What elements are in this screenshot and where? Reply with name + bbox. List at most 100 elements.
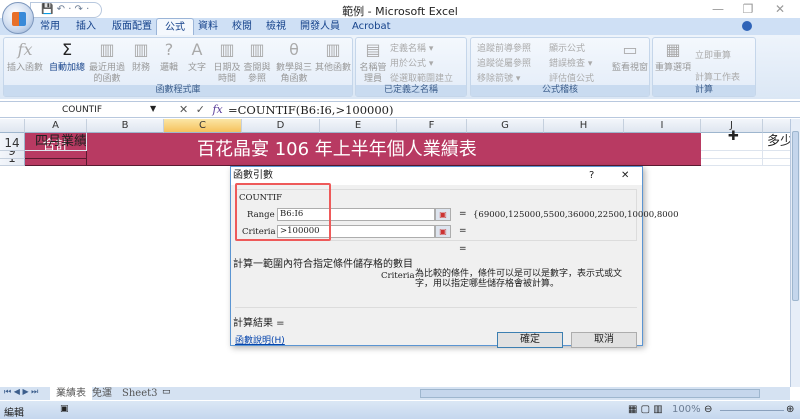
book-icon: ▥ <box>249 40 265 59</box>
cell[interactable] <box>25 133 87 151</box>
column-header[interactable]: E <box>320 119 397 133</box>
name-manager-icon: ▤ <box>365 40 381 59</box>
more-functions-button[interactable]: ▥ 其他函數 <box>314 38 352 74</box>
function-description: 計算一範圍內符合指定條件儲存格的數目 <box>233 259 413 270</box>
tab-page-layout[interactable]: 版面配置 <box>104 18 160 35</box>
tab-insert[interactable]: 插入 <box>68 18 104 35</box>
column-header[interactable] <box>763 119 790 133</box>
help-icon[interactable] <box>742 21 752 31</box>
watch-window-button[interactable]: ▭ 監看視窗 <box>611 38 649 74</box>
insert-function-icon[interactable]: fx <box>212 103 222 116</box>
dialog-close-button[interactable]: ✕ <box>621 167 629 185</box>
fx-icon: fx <box>17 40 33 59</box>
use-in-formula-button[interactable]: 用於公式 ▾ <box>390 56 433 69</box>
define-name-button[interactable]: 定義名稱 ▾ <box>390 41 433 54</box>
book-icon: ▥ <box>219 40 235 59</box>
zoom-slider[interactable] <box>720 410 784 411</box>
enter-icon[interactable]: ✓ <box>196 103 205 116</box>
text-button[interactable]: A 文字 <box>184 38 210 74</box>
help-link[interactable]: 函數說明(H) <box>235 333 285 346</box>
sheet-nav-arrows[interactable]: ⏮ ◀ ▶ ⏭ <box>4 387 38 397</box>
logical-button[interactable]: ? 邏輯 <box>156 38 182 74</box>
ribbon-tabs: 常用 插入 版面配置 公式 資料 校閱 檢視 開發人員 Acrobat <box>0 18 800 35</box>
evaluate-formula-button[interactable]: 評估值公式 <box>549 71 594 84</box>
tab-acrobat[interactable]: Acrobat <box>344 18 399 35</box>
column-header[interactable]: H <box>544 119 624 133</box>
ok-button[interactable]: 確定 <box>497 332 563 348</box>
column-header[interactable]: A <box>25 119 87 133</box>
scroll-thumb[interactable] <box>792 131 799 301</box>
book-icon: θ <box>289 40 299 59</box>
zoom-out-icon[interactable]: ⊖ <box>704 404 712 415</box>
vertical-scrollbar[interactable] <box>790 119 800 387</box>
row-header[interactable]: 14 <box>0 133 25 151</box>
calculation-options-button[interactable]: ▦ 重算選項 <box>655 38 691 74</box>
calculator-icon: ▦ <box>665 40 681 59</box>
horizontal-scrollbar[interactable] <box>420 389 760 398</box>
name-box[interactable]: COUNTIF <box>2 103 162 117</box>
calculate-sheet-button[interactable]: 計算工作表 <box>695 70 740 83</box>
calculate-now-button[interactable]: 立即重算 <box>695 48 731 61</box>
math-trig-button[interactable]: θ 數學與三角函數 <box>274 38 314 85</box>
column-header[interactable]: I <box>624 119 701 133</box>
sheet-tab[interactable]: 免運 <box>92 387 112 400</box>
equals-sign: = <box>459 244 467 254</box>
close-button[interactable]: ✕ <box>770 2 790 16</box>
collapse-dialog-icon[interactable]: ▣ <box>435 208 451 221</box>
group-function-library: fx 插入函數 Σ 自動加總 ▥ 最近用過的函數 ▥ 財務 ? 邏輯 A 文字 ▥ 日期及時間… <box>3 37 353 97</box>
lookup-button[interactable]: ▥ 查閱與參照 <box>242 38 272 85</box>
divider <box>235 307 637 308</box>
error-checking-button[interactable]: 錯誤檢查 ▾ <box>549 56 592 69</box>
financial-button[interactable]: ▥ 財務 <box>128 38 154 74</box>
help-button[interactable]: ? <box>589 167 594 185</box>
cell[interactable] <box>763 133 790 151</box>
trace-dependents-button[interactable]: 追蹤從屬參照 <box>477 56 531 69</box>
insert-sheet-icon[interactable]: ▭ <box>162 387 171 397</box>
minimize-button[interactable]: — <box>708 2 728 16</box>
tab-review[interactable]: 校閱 <box>224 18 260 35</box>
collapse-dialog-icon[interactable]: ▣ <box>435 225 451 238</box>
quick-access-toolbar[interactable]: 💾 ↶ · ↷ · <box>30 2 102 18</box>
tab-formulas[interactable]: 公式 <box>156 18 194 35</box>
autosum-button[interactable]: Σ 自動加總 <box>48 38 86 74</box>
group-label: 已定義之名稱 <box>356 85 466 96</box>
group-formula-auditing: 追蹤前導參照 追蹤從屬參照 移除箭號 ▾ 顯示公式 錯誤檢查 ▾ 評估值公式 ▭… <box>470 37 650 97</box>
column-header[interactable]: G <box>467 119 544 133</box>
tab-data[interactable]: 資料 <box>190 18 226 35</box>
insert-function-button[interactable]: fx 插入函數 <box>6 38 44 74</box>
sheet-tab-active[interactable]: 業績表 <box>50 387 92 400</box>
select-all-button[interactable] <box>0 119 25 133</box>
create-from-selection-button[interactable]: 從選取範圍建立 <box>390 71 453 84</box>
trace-precedents-button[interactable]: 追蹤前導參照 <box>477 41 531 54</box>
book-icon: ? <box>164 40 174 59</box>
tab-view[interactable]: 檢視 <box>258 18 294 35</box>
office-button[interactable] <box>2 2 34 34</box>
restore-button[interactable]: ❐ <box>738 2 758 16</box>
column-header[interactable]: D <box>242 119 320 133</box>
recent-functions-button[interactable]: ▥ 最近用過的函數 <box>88 38 126 85</box>
remove-arrows-button[interactable]: 移除箭號 ▾ <box>477 71 520 84</box>
sheet-tab[interactable]: Sheet3 <box>122 387 158 400</box>
column-header[interactable]: B <box>87 119 164 133</box>
cancel-icon[interactable]: ✕ <box>179 103 188 116</box>
show-formulas-button[interactable]: 顯示公式 <box>549 41 585 54</box>
zoom-level[interactable]: 100% <box>672 404 701 415</box>
macro-record-icon[interactable]: ▣ <box>60 404 69 414</box>
book-icon: ▥ <box>99 40 115 59</box>
view-buttons[interactable]: ▦ ▢ ▥ <box>628 404 663 415</box>
sheet-title[interactable]: 百花晶宴 106 年上半年個人業績表 <box>87 133 701 166</box>
sheet-tab-bar: ⏮ ◀ ▶ ⏭ 業績表 免運 Sheet3 ▭ <box>0 387 790 400</box>
zoom-in-icon[interactable]: ⊕ <box>786 404 794 415</box>
cancel-button[interactable]: 取消 <box>571 332 637 348</box>
name-manager-button[interactable]: ▤ 名稱管理員 <box>358 38 388 85</box>
title-bar: 範例 - Microsoft Excel — ❐ ✕ <box>0 0 800 20</box>
column-header[interactable]: C <box>164 119 242 133</box>
column-header[interactable]: F <box>397 119 467 133</box>
group-label: 計算 <box>653 85 755 96</box>
formula-input[interactable]: =COUNTIF(B6:I6,>100000) <box>228 102 393 118</box>
date-time-button[interactable]: ▥ 日期及時間 <box>212 38 242 85</box>
tab-home[interactable]: 常用 <box>32 18 68 35</box>
book-icon: A <box>191 40 203 59</box>
chevron-down-icon[interactable]: ▼ <box>150 104 156 113</box>
tab-developer[interactable]: 開發人員 <box>292 18 348 35</box>
